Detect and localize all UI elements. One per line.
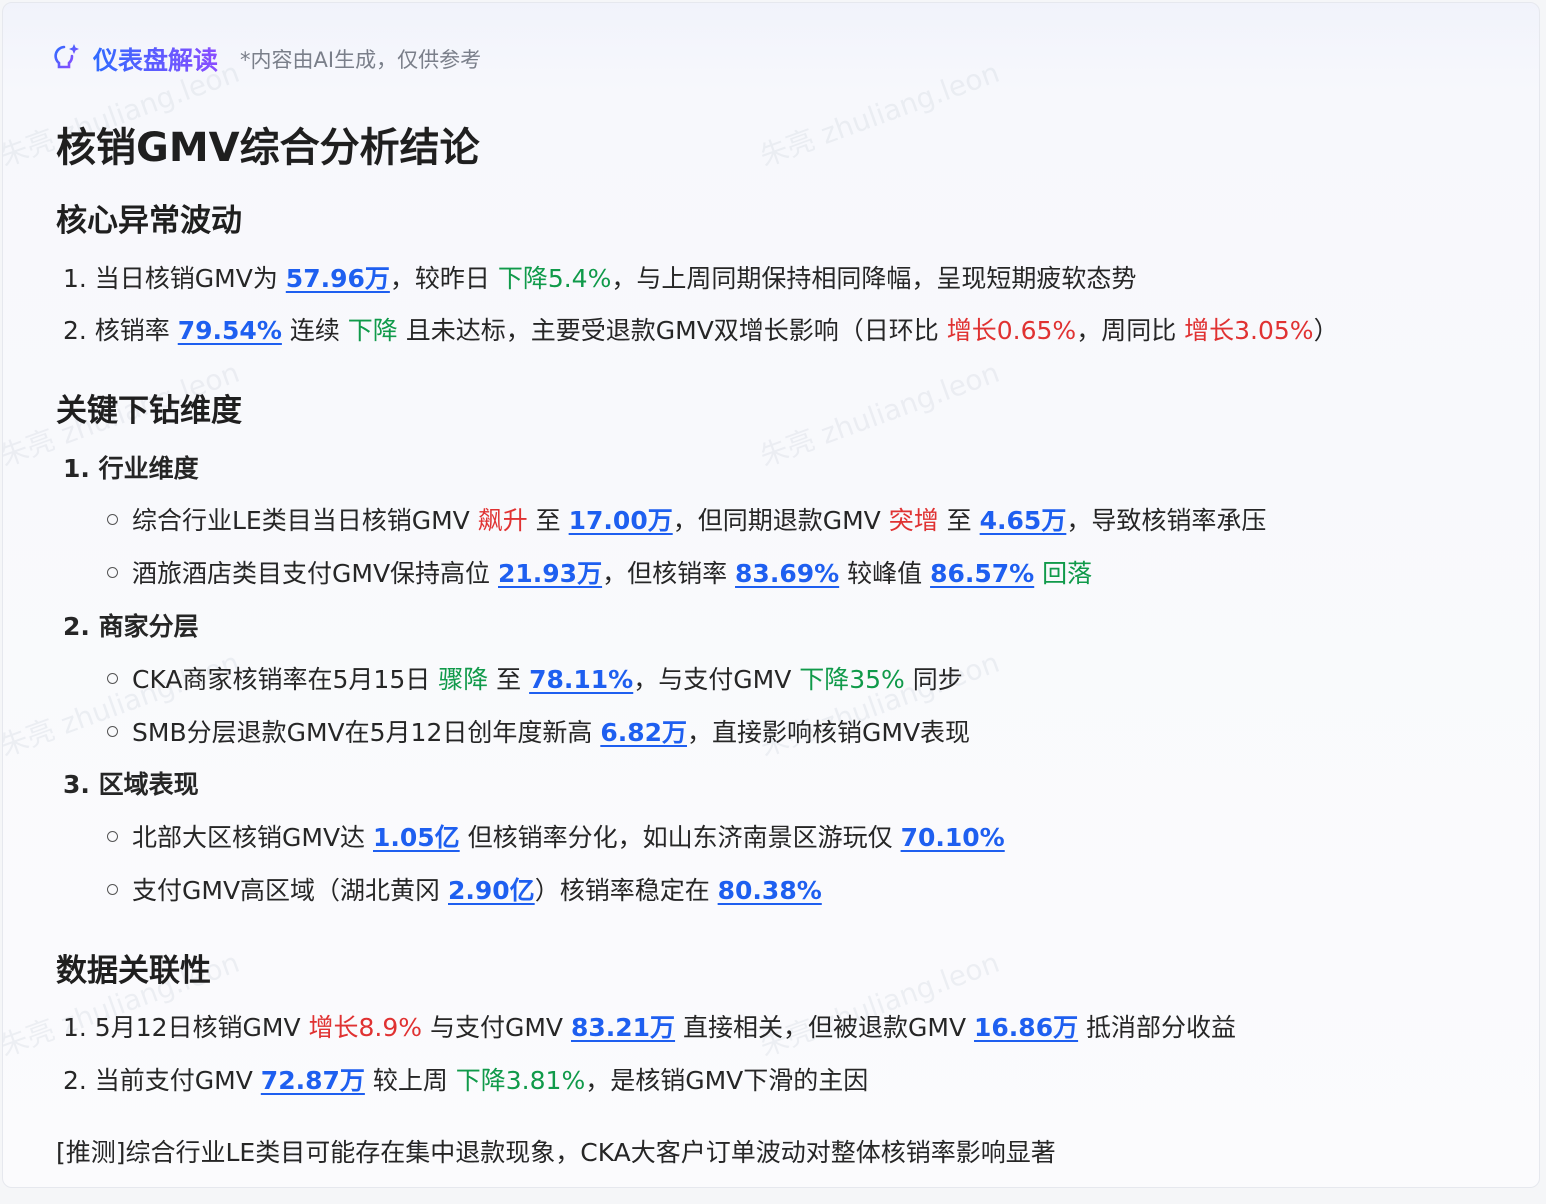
metric-value[interactable]: 17.00万 [569,506,673,535]
group-title-region: 3. 区域表现 [63,770,199,799]
list-item: 2. 核销率 79.54% 连续 下降 且未达标，主要受退款GMV双增长影响（日… [63,311,1339,347]
text: 2. 核销率 [63,316,178,345]
text: 1. 当日核销GMV为 [63,264,286,293]
dashboard-interpretation-card: 朱亮 zhuliang.leon 朱亮 zhuliang.leon 朱亮 zhu… [2,2,1540,1188]
text: ，是核销GMV下滑的主因 [585,1066,869,1095]
metric-value[interactable]: 16.86万 [974,1013,1078,1042]
text: ，但同期退款GMV [672,506,889,535]
bullet-icon [107,513,118,525]
list-item: 北部大区核销GMV达 1.05亿 但核销率分化，如山东济南景区游玩仅 70.10… [107,818,1005,854]
text: 综合行业LE类目当日核销GMV [132,506,478,535]
metric-value[interactable]: 83.69% [735,559,839,588]
trend-up: 增长0.65% [946,316,1077,345]
list-item: 综合行业LE类目当日核销GMV 飙升 至 17.00万，但同期退款GMV 突增 … [107,501,1266,537]
text: 且未达标，主要受退款GMV双增长影响（日环比 [397,316,947,345]
section-title-drilldown: 关键下钻维度 [56,393,242,429]
list-item: 1. 当日核销GMV为 57.96万，较昨日 下降5.4%，与上周同期保持相同降… [63,259,1136,295]
watermark: 朱亮 zhuliang.leon [755,55,1004,174]
section-title-correlation: 数据关联性 [56,953,211,989]
text: 抵消部分收益 [1078,1013,1237,1042]
text: ，周同比 [1076,316,1185,345]
speculation-note: [推测]综合行业LE类目可能存在集中退款现象，CKA大客户订单波动对整体核销率影… [56,1138,1056,1167]
text: 酒旅酒店类目支付GMV保持高位 [132,559,498,588]
trend-down: 下降35% [799,665,905,694]
watermark: 朱亮 zhuliang.leon [755,945,1004,1064]
trend-up: 突增 [888,506,939,535]
group-title-merchant: 2. 商家分层 [63,612,199,641]
metric-value[interactable]: 70.10% [901,823,1005,852]
card-header: 仪表盘解读 *内容由AI生成，仅供参考 [51,39,481,79]
ai-disclaimer: *内容由AI生成，仅供参考 [240,48,482,72]
list-item: CKA商家核销率在5月15日 骤降 至 78.11%，与支付GMV 下降35% … [107,660,963,696]
text: 至 [938,506,980,535]
list-item: 酒旅酒店类目支付GMV保持高位 21.93万，但核销率 83.69% 较峰值 8… [107,554,1092,590]
trend-down: 下降 [347,316,398,345]
bullet-icon [107,672,118,684]
text: 连续 [281,316,348,345]
metric-value[interactable]: 78.11% [529,665,633,694]
trend-down: 回落 [1042,559,1093,588]
text: ，与支付GMV [633,665,800,694]
text: ，导致核销率承压 [1066,506,1267,535]
text: 较上周 [364,1066,456,1095]
text: 支付GMV高区域（湖北黄冈 [132,876,448,905]
text: 较峰值 [839,559,931,588]
metric-value[interactable]: 86.57% [930,559,1034,588]
trend-up: 增长3.05% [1184,316,1314,345]
list-item: SMB分层退款GMV在5月12日创年度新高 6.82万，直接影响核销GMV表现 [107,713,970,749]
bullet-icon [107,566,118,578]
list-item: 2. 当前支付GMV 72.87万 较上周 下降3.81%，是核销GMV下滑的主… [63,1061,868,1097]
text: ，直接影响核销GMV表现 [687,718,971,747]
list-item: 1. 5月12日核销GMV 增长8.9% 与支付GMV 83.21万 直接相关，… [63,1008,1236,1044]
text: ） [1313,316,1339,345]
text: 但核销率分化，如山东济南景区游玩仅 [459,823,901,852]
page-title: 核销GMV综合分析结论 [56,125,480,171]
text: CKA商家核销率在5月15日 [132,665,439,694]
text: 至 [527,506,569,535]
metric-value[interactable]: 79.54% [178,316,282,345]
metric-value[interactable]: 4.65万 [980,506,1067,535]
text: 北部大区核销GMV达 [132,823,373,852]
text: SMB分层退款GMV在5月12日创年度新高 [132,718,601,747]
text: 2. 当前支付GMV [63,1066,261,1095]
lightbulb-sparkle-icon [54,44,79,73]
metric-value[interactable]: 72.87万 [261,1066,365,1095]
text [1034,559,1042,588]
text: 同步 [904,665,963,694]
group-title-industry: 1. 行业维度 [63,454,199,483]
list-item: 支付GMV高区域（湖北黄冈 2.90亿）核销率稳定在 80.38% [107,871,822,907]
bullet-icon [107,725,118,737]
metric-value[interactable]: 6.82万 [600,718,687,747]
metric-value[interactable]: 83.21万 [571,1013,675,1042]
trend-down: 骤降 [438,665,489,694]
trend-up: 增长8.9% [308,1013,423,1042]
text: 至 [488,665,530,694]
bullet-icon [107,883,118,895]
text: ，但核销率 [602,559,736,588]
text: 与支付GMV [422,1013,571,1042]
text: ，较昨日 [389,264,498,293]
text: 1. 5月12日核销GMV [63,1013,309,1042]
bullet-icon [107,830,118,842]
section-title-core-anomaly: 核心异常波动 [56,203,242,239]
watermark: 朱亮 zhuliang.leon [755,355,1004,474]
trend-down: 下降5.4% [497,264,612,293]
header-title: 仪表盘解读 [93,41,218,77]
text: ，与上周同期保持相同降幅，呈现短期疲软态势 [611,264,1137,293]
trend-up: 飙升 [477,506,528,535]
metric-value[interactable]: 21.93万 [498,559,602,588]
text: ）核销率稳定在 [534,876,718,905]
metric-value[interactable]: 1.05亿 [373,823,460,852]
metric-value[interactable]: 57.96万 [286,264,390,293]
metric-value[interactable]: 80.38% [718,876,822,905]
trend-down: 下降3.81% [455,1066,586,1095]
metric-value[interactable]: 2.90亿 [448,876,535,905]
text: 直接相关，但被退款GMV [675,1013,975,1042]
